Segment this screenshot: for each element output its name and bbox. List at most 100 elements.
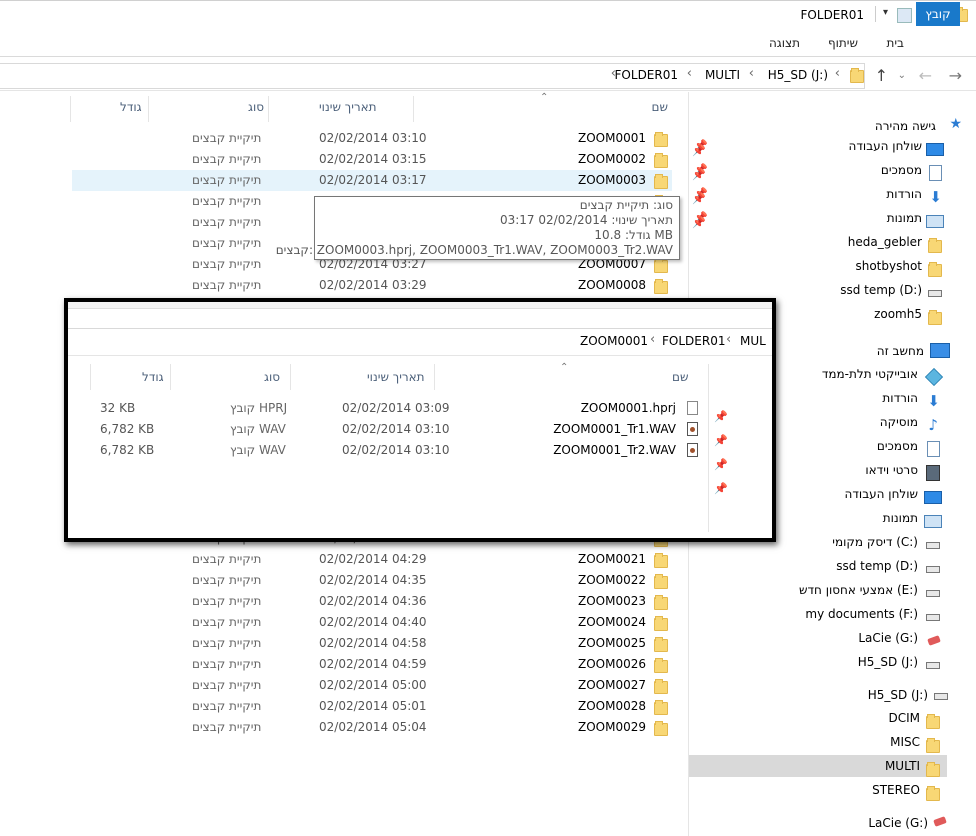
- recent-locations-icon[interactable]: ⌄: [898, 70, 906, 81]
- nav-drive-h5sd[interactable]: H5_SD (J:): [868, 688, 928, 702]
- table-row[interactable]: ZOOM0024 02/02/2014 04:40 תיקיית קבצים: [72, 612, 672, 633]
- tab-share[interactable]: שיתוף: [828, 36, 858, 50]
- table-row[interactable]: ZOOM0008 02/02/2014 03:29 תיקיית קבצים: [72, 275, 672, 296]
- table-row[interactable]: ZOOM0001_Tr2.WAV 02/02/2014 03:10 קובץ WAV…: [90, 440, 700, 461]
- nav-pc-item[interactable]: תמונות: [883, 511, 918, 525]
- drive-icon: [928, 290, 942, 297]
- nav-this-pc[interactable]: מחשב זה: [877, 344, 924, 358]
- column-header-date[interactable]: תאריך שינוי: [319, 100, 377, 114]
- nav-drive-child[interactable]: DCIM: [888, 711, 920, 725]
- nav-quick-item[interactable]: שולחן העבודה: [849, 139, 922, 153]
- nav-drive-child[interactable]: MISC: [890, 735, 920, 749]
- nav-quick-item[interactable]: zoomh5: [874, 307, 922, 321]
- nav-pc-item[interactable]: שולחן העבודה: [845, 487, 918, 501]
- inset-column-header-name[interactable]: שם: [672, 370, 688, 384]
- file-type: תיקיית קבצים: [192, 636, 262, 650]
- nav-pc-item[interactable]: H5_SD (J:): [858, 655, 918, 669]
- nav-pc-item[interactable]: LaCie (G:): [858, 631, 918, 645]
- inset-column-header-type[interactable]: סוג: [264, 370, 280, 384]
- nav-pc-item[interactable]: ssd temp (D:): [836, 559, 918, 573]
- back-arrow-icon[interactable]: →: [949, 66, 962, 85]
- table-row[interactable]: ZOOM0028 02/02/2014 05:01 תיקיית קבצים: [72, 696, 672, 717]
- pin-icon[interactable]: 📌: [714, 410, 728, 423]
- table-row[interactable]: ZOOM0001_Tr1.WAV 02/02/2014 03:10 קובץ WAV…: [90, 419, 700, 440]
- nav-pc-item[interactable]: מסמכים: [877, 439, 918, 453]
- chevron-icon[interactable]: ‹: [687, 66, 692, 81]
- folder-icon: [850, 68, 864, 83]
- folder-icon: [654, 679, 668, 694]
- pin-icon[interactable]: 📌: [714, 482, 728, 495]
- tab-file[interactable]: קובץ: [916, 2, 960, 26]
- column-separator[interactable]: [90, 364, 91, 390]
- column-separator[interactable]: [290, 364, 291, 390]
- nav-pc-item[interactable]: אובייקטי תלת-ממד: [822, 367, 918, 381]
- table-row[interactable]: ZOOM0002 02/02/2014 03:15 תיקיית קבצים: [72, 149, 672, 170]
- nav-pc-item[interactable]: דיסק מקומי (C:): [832, 535, 918, 549]
- nav-pc-item[interactable]: אמצעי אחסון חדש (E:): [799, 583, 918, 597]
- inset-breadcrumb-zoom0001[interactable]: ZOOM0001: [580, 334, 648, 348]
- nav-drive-child[interactable]: STEREO: [872, 783, 920, 797]
- nav-quick-item[interactable]: heda_gebler: [848, 235, 922, 249]
- file-date: 02/02/2014 04:40: [319, 615, 427, 629]
- table-row[interactable]: ZOOM0025 02/02/2014 04:58 תיקיית קבצים: [72, 633, 672, 654]
- quick-access-dropdown-icon[interactable]: ▾: [883, 7, 888, 18]
- chevron-icon[interactable]: ‹: [650, 332, 655, 347]
- chevron-icon[interactable]: ‹: [749, 66, 754, 81]
- breadcrumb-folder01[interactable]: FOLDER01: [615, 68, 678, 82]
- pin-icon[interactable]: 📌: [692, 168, 706, 181]
- nav-quick-item[interactable]: תמונות: [887, 211, 922, 225]
- column-header-size[interactable]: גודל: [120, 100, 142, 114]
- nav-quick-item[interactable]: מסמכים: [881, 163, 922, 177]
- column-separator[interactable]: [70, 96, 71, 122]
- column-header-name[interactable]: שם: [652, 100, 668, 114]
- new-folder-icon[interactable]: [897, 8, 912, 23]
- inset-breadcrumb-multi[interactable]: MUL: [740, 334, 766, 348]
- inset-column-header-date[interactable]: תאריך שינוי: [367, 370, 425, 384]
- nav-pc-item[interactable]: my documents (F:): [805, 607, 918, 621]
- chevron-icon[interactable]: ‹: [611, 66, 616, 81]
- breadcrumb-drive[interactable]: H5_SD (J:): [768, 68, 828, 82]
- table-row[interactable]: ZOOM0021 02/02/2014 04:29 תיקיית קבצים: [72, 549, 672, 570]
- column-separator[interactable]: [268, 96, 269, 122]
- pin-icon[interactable]: 📌: [714, 434, 728, 447]
- nav-pc-item[interactable]: מוסיקה: [880, 415, 918, 429]
- forward-arrow-icon[interactable]: ←: [919, 66, 932, 85]
- nav-lacie-bottom[interactable]: LaCie (G:): [868, 816, 928, 830]
- inset-breadcrumb-folder01[interactable]: FOLDER01: [662, 334, 725, 348]
- nav-drive-child[interactable]: MULTI: [885, 759, 920, 773]
- table-row[interactable]: ZOOM0029 02/02/2014 05:04 תיקיית קבצים: [72, 717, 672, 738]
- breadcrumb-multi[interactable]: MULTI: [705, 68, 740, 82]
- folder-icon: [654, 574, 668, 589]
- file-name: ZOOM0001_Tr2.WAV: [553, 443, 676, 457]
- documents-icon: [927, 441, 940, 457]
- tab-view[interactable]: תצוגה: [769, 36, 800, 50]
- column-separator[interactable]: [434, 364, 435, 390]
- table-row[interactable]: ZOOM0001.hprj 02/02/2014 03:09 קובץ HPRJ 32…: [90, 398, 700, 419]
- nav-quick-item[interactable]: ssd temp (D:): [840, 283, 922, 297]
- column-separator[interactable]: [413, 96, 414, 122]
- column-separator[interactable]: [148, 96, 149, 122]
- pin-icon[interactable]: 📌: [692, 216, 706, 229]
- table-row[interactable]: ZOOM0027 02/02/2014 05:00 תיקיית קבצים: [72, 675, 672, 696]
- nav-quick-item[interactable]: הורדות: [886, 187, 922, 201]
- nav-pc-item[interactable]: הורדות: [882, 391, 918, 405]
- pin-icon[interactable]: 📌: [692, 144, 706, 157]
- nav-pc-item[interactable]: סרטי וידאו: [865, 463, 918, 477]
- pin-icon[interactable]: 📌: [692, 192, 706, 205]
- nav-quick-item[interactable]: shotbyshot: [855, 259, 922, 273]
- file-type: תיקיית קבצים: [192, 657, 262, 671]
- chevron-icon[interactable]: ‹: [835, 66, 840, 81]
- table-row[interactable]: ZOOM0022 02/02/2014 04:35 תיקיית קבצים: [72, 570, 672, 591]
- table-row[interactable]: ZOOM0023 02/02/2014 04:36 תיקיית קבצים: [72, 591, 672, 612]
- table-row[interactable]: ZOOM0026 02/02/2014 04:59 תיקיית קבצים: [72, 654, 672, 675]
- table-row[interactable]: ZOOM0001 02/02/2014 03:10 תיקיית קבצים: [72, 128, 672, 149]
- column-separator[interactable]: [170, 364, 171, 390]
- column-header-type[interactable]: סוג: [248, 100, 264, 114]
- chevron-icon[interactable]: ‹: [726, 332, 731, 347]
- table-row[interactable]: ZOOM0003 02/02/2014 03:17 תיקיית קבצים: [72, 170, 672, 191]
- up-arrow-icon[interactable]: ↑: [875, 66, 888, 85]
- tab-home[interactable]: בית: [886, 36, 904, 50]
- inset-column-header-size[interactable]: גודל: [142, 370, 164, 384]
- pin-icon[interactable]: 📌: [714, 458, 728, 471]
- nav-quick-access[interactable]: גישה מהירה: [875, 119, 936, 133]
